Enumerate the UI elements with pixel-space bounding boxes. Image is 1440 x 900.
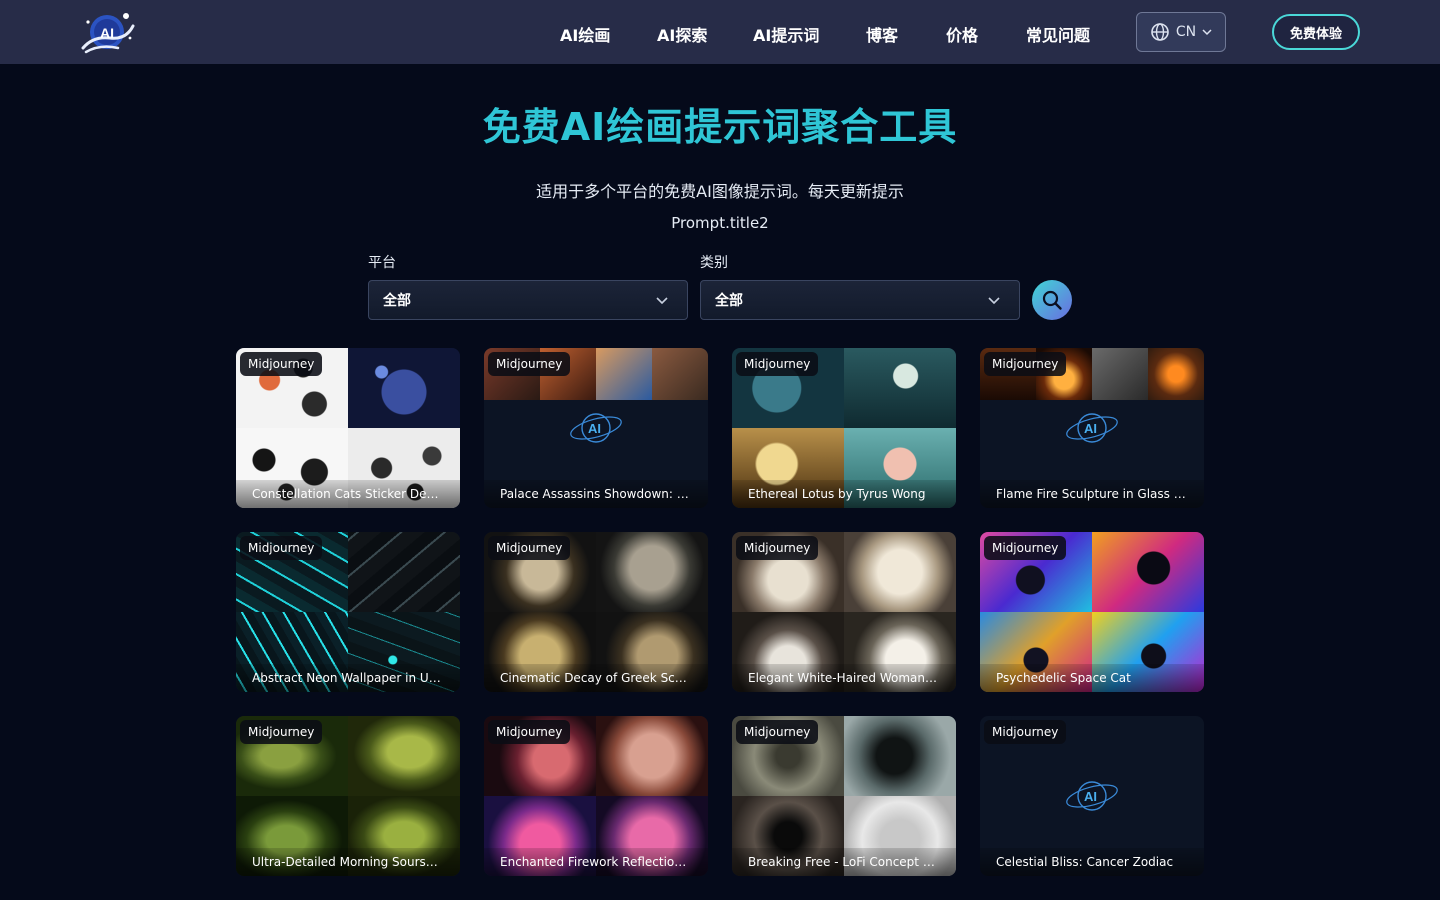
- platform-badge: Midjourney: [736, 352, 819, 376]
- search-icon: [1042, 290, 1062, 310]
- prompt-card[interactable]: AI Midjourney Flame Fire Sculpture in Gl…: [980, 348, 1204, 508]
- prompt-card[interactable]: Midjourney Cinematic Decay of Greek Scul…: [484, 532, 708, 692]
- prompt-card[interactable]: Midjourney Abstract Neon Wallpaper in Un…: [236, 532, 460, 692]
- placeholder-logo-icon: AI: [570, 413, 622, 443]
- prompt-card[interactable]: Midjourney Elegant White-Haired Woman in…: [732, 532, 956, 692]
- page-subtitle: 适用于多个平台的免费AI图像提示词。每天更新提示: [536, 182, 904, 201]
- platform-badge: Midjourney: [736, 720, 819, 744]
- category-filter-label: 类别: [700, 255, 728, 271]
- nav-faq[interactable]: 常见问题: [1026, 22, 1090, 46]
- svg-text:AI: AI: [588, 421, 601, 436]
- platform-badge: Midjourney: [984, 536, 1067, 560]
- logo-icon: AI: [81, 13, 135, 54]
- card-title: Elegant White-Haired Woman in Fur: [732, 664, 956, 692]
- page-subtitle-secondary: Prompt.title2: [671, 214, 769, 232]
- nav-blog[interactable]: 博客: [866, 22, 898, 46]
- card-title: Breaking Free - LoFi Concept Art: [732, 848, 956, 876]
- nav-ai-painting[interactable]: AI绘画: [560, 22, 610, 46]
- card-title: Constellation Cats Sticker Design: [236, 480, 460, 508]
- prompt-card[interactable]: Midjourney Enchanted Firework Reflection…: [484, 716, 708, 876]
- category-select[interactable]: 全部: [700, 280, 1020, 320]
- chevron-down-icon: [656, 297, 668, 305]
- placeholder-logo-icon: AI: [1066, 413, 1118, 443]
- prompt-card[interactable]: AI Midjourney Celestial Bliss: Cancer Zo…: [980, 716, 1204, 876]
- platform-badge: Midjourney: [488, 536, 571, 560]
- globe-icon: [1151, 23, 1169, 41]
- prompt-card[interactable]: Midjourney Constellation Cats Sticker De…: [236, 348, 460, 508]
- card-title: Ethereal Lotus by Tyrus Wong: [732, 480, 956, 508]
- language-selector[interactable]: CN: [1136, 12, 1226, 52]
- svg-text:AI: AI: [100, 25, 114, 41]
- chevron-down-icon: [1202, 29, 1212, 36]
- language-code: CN: [1175, 24, 1197, 40]
- svg-text:AI: AI: [1084, 421, 1097, 436]
- platform-badge: Midjourney: [240, 352, 323, 376]
- platform-filter-label: 平台: [368, 255, 396, 271]
- prompt-card[interactable]: AI Midjourney Palace Assassins Showdown:…: [484, 348, 708, 508]
- platform-badge: Midjourney: [984, 352, 1067, 376]
- search-button[interactable]: [1032, 280, 1072, 320]
- card-title: Enchanted Firework Reflection in Alpaca: [484, 848, 708, 876]
- platform-badge: Midjourney: [240, 536, 323, 560]
- card-title: Abstract Neon Wallpaper in Unreal Engine: [236, 664, 460, 692]
- platform-badge: Midjourney: [984, 720, 1067, 744]
- top-navbar: AI AI绘画 AI探索 AI提示词 博客 价格 常见问题 CN 免费体验: [0, 0, 1440, 64]
- card-title: Flame Fire Sculpture in Glass Case: [980, 480, 1204, 508]
- prompt-card[interactable]: Midjourney Ethereal Lotus by Tyrus Wong: [732, 348, 956, 508]
- prompt-card[interactable]: Midjourney Psychedelic Space Cat: [980, 532, 1204, 692]
- placeholder-logo-icon: AI: [1066, 781, 1118, 811]
- prompt-card[interactable]: Midjourney Breaking Free - LoFi Concept …: [732, 716, 956, 876]
- platform-badge: Midjourney: [488, 720, 571, 744]
- platform-badge: Midjourney: [488, 352, 571, 376]
- nav-ai-explore[interactable]: AI探索: [657, 22, 707, 46]
- chevron-down-icon: [988, 297, 1000, 305]
- card-title: Ultra-Detailed Morning Soursop Leaves: [236, 848, 460, 876]
- svg-text:AI: AI: [1084, 789, 1097, 804]
- site-logo[interactable]: AI: [78, 8, 136, 58]
- platform-select-value: 全部: [383, 293, 411, 309]
- nav-ai-prompts[interactable]: AI提示词: [753, 22, 819, 46]
- prompt-card[interactable]: Midjourney Ultra-Detailed Morning Sourso…: [236, 716, 460, 876]
- platform-badge: Midjourney: [736, 536, 819, 560]
- nav-pricing[interactable]: 价格: [946, 22, 978, 46]
- card-title: Palace Assassins Showdown: Jasmine...: [484, 480, 708, 508]
- free-trial-button[interactable]: 免费体验: [1272, 14, 1360, 50]
- card-title: Celestial Bliss: Cancer Zodiac: [980, 848, 1204, 876]
- page-title: 免费AI绘画提示词聚合工具: [482, 105, 958, 149]
- card-title: Psychedelic Space Cat: [980, 664, 1204, 692]
- card-title: Cinematic Decay of Greek Sculpture: [484, 664, 708, 692]
- platform-badge: Midjourney: [240, 720, 323, 744]
- category-select-value: 全部: [715, 293, 743, 309]
- platform-select[interactable]: 全部: [368, 280, 688, 320]
